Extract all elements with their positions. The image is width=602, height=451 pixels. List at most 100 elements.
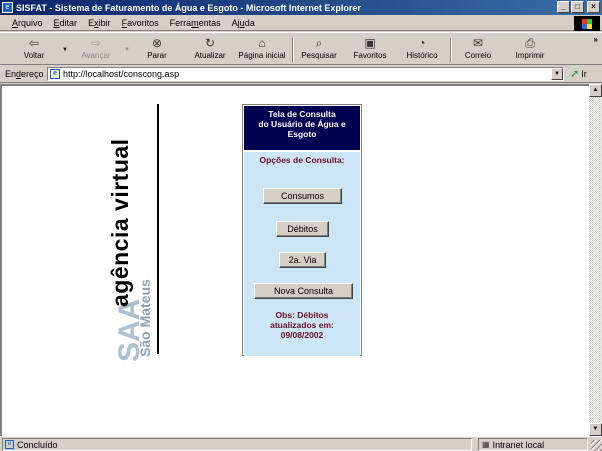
address-input[interactable]: e http://localhost/conscong.asp ▼	[47, 67, 564, 81]
toolbar-separator	[450, 37, 452, 62]
windows-flag-icon	[582, 18, 592, 29]
panel-title-line-3: Esgoto	[287, 129, 317, 139]
print-button[interactable]: ⎙ Imprimir	[508, 35, 552, 65]
scroll-down-icon[interactable]: ▼	[589, 423, 602, 436]
page-icon: e	[50, 69, 60, 79]
go-button[interactable]: ➚ Ir	[570, 67, 587, 80]
security-zone-text: Intranet local	[492, 439, 545, 450]
menu-ajuda-label: da	[244, 17, 255, 28]
mail-label: Correio	[464, 51, 492, 60]
consumos-button[interactable]: Consumos	[263, 188, 342, 204]
page-done-icon: e	[5, 440, 14, 449]
security-zone-panel: ▦ Intranet local	[478, 438, 588, 451]
panel-title-line-2: do Usuário de Água e	[258, 119, 346, 129]
menu-ajuda[interactable]: Ajuda	[232, 18, 255, 28]
home-icon: ⌂	[258, 36, 266, 50]
forward-dropdown-icon[interactable]: ▼	[124, 47, 130, 53]
back-label: Voltar	[23, 51, 45, 60]
search-icon: ⌕	[315, 36, 323, 50]
address-url[interactable]: http://localhost/conscong.asp	[63, 69, 179, 79]
menu-ajuda-pre: Aj	[231, 17, 240, 28]
favorites-label: Favoritos	[353, 51, 387, 60]
stop-label: Parar	[147, 51, 167, 60]
favorites-folder-icon: ▣	[364, 36, 376, 50]
panel-subtitle: Opções de Consulta:	[259, 155, 345, 165]
home-label: Página inicial	[238, 51, 286, 60]
refresh-label: Atualizar	[194, 51, 226, 60]
forward-button[interactable]: ⇨ Avançar	[72, 35, 120, 65]
forward-label: Avançar	[81, 51, 111, 60]
address-bar: Endereço e http://localhost/conscong.asp…	[0, 66, 602, 83]
panel-title-line-1: Tela de Consulta	[268, 109, 336, 119]
window-title: SISFAT - Sistema de Faturamento de Água …	[16, 2, 361, 13]
obs-debitos-note: Obs: Débitos atualizados em: 09/08/2002	[244, 310, 360, 340]
consulta-panel: Tela de Consulta do Usuário de Água e Es…	[242, 104, 362, 356]
menu-ferramentas[interactable]: Ferramentas	[170, 18, 221, 28]
obs-line-2: atualizados em:	[270, 320, 334, 330]
menu-ferramentas-label: entas	[198, 17, 221, 28]
page-content: SAA agência virtual São Mateus Tela de C…	[0, 84, 589, 436]
minimize-button[interactable]: _	[557, 1, 570, 13]
menu-editar-label: ditar	[59, 17, 78, 28]
menu-ferramentas-accel: m	[191, 17, 199, 28]
windows-logo-icon	[574, 16, 600, 31]
obs-date: 09/08/2002	[280, 330, 324, 340]
back-dropdown-icon[interactable]: ▼	[62, 47, 68, 53]
debitos-button[interactable]: Débitos	[276, 221, 329, 237]
address-label: Endereço	[5, 69, 44, 79]
status-text-panel: e Concluído	[2, 438, 472, 451]
menu-bar: Arquivo Editar Exibir Favoritos Ferramen…	[0, 15, 602, 31]
vertical-scrollbar[interactable]: ▲ ▼	[589, 84, 602, 436]
back-arrow-icon: ⇦	[28, 36, 40, 50]
scroll-up-icon[interactable]: ▲	[589, 84, 602, 97]
home-button[interactable]: ⌂ Página inicial	[236, 35, 288, 65]
standard-toolbar: ⇦ Voltar ▼ ⇨ Avançar ▼ ⊗ Parar ↻ Atualiz…	[0, 32, 602, 65]
window-title-bar[interactable]: e SISFAT - Sistema de Faturamento de Águ…	[0, 0, 602, 15]
stop-button[interactable]: ⊗ Parar	[137, 35, 177, 65]
segunda-via-button[interactable]: 2a. Via	[279, 252, 326, 268]
stop-icon: ⊗	[151, 36, 163, 50]
window-controls: _ □ ×	[556, 1, 600, 13]
address-label-pre: En	[5, 69, 17, 79]
logo-subtitle: São Mateus	[137, 279, 153, 357]
menu-ferramentas-pre: Ferra	[169, 17, 192, 28]
menu-exibir-label: ibir	[98, 17, 111, 28]
mail-icon: ✉	[472, 36, 484, 50]
back-button[interactable]: ⇦ Voltar	[12, 35, 56, 65]
search-label: Pesquisar	[301, 51, 337, 60]
maximize-button[interactable]: □	[571, 1, 584, 13]
menu-exibir[interactable]: Exibir	[88, 18, 111, 28]
forward-arrow-icon: ⇨	[90, 36, 102, 50]
status-text: Concluído	[17, 439, 58, 450]
menu-arquivo-label: rquivo	[18, 17, 43, 28]
print-label: Imprimir	[515, 51, 545, 60]
print-icon: ⎙	[525, 36, 535, 50]
close-button[interactable]: ×	[587, 1, 600, 13]
menu-arquivo[interactable]: Arquivo	[12, 18, 43, 28]
panel-body: Opções de Consulta: Consumos Débitos 2a.…	[244, 152, 360, 356]
panel-title: Tela de Consulta do Usuário de Água e Es…	[244, 106, 360, 150]
history-label: Histórico	[406, 51, 438, 60]
toolbar-separator	[292, 37, 294, 62]
go-arrow-icon: ➚	[570, 68, 580, 80]
logo-divider-line	[157, 104, 159, 354]
intranet-zone-icon: ▦	[482, 440, 490, 449]
refresh-button[interactable]: ↻ Atualizar	[188, 35, 232, 65]
history-button[interactable]: ◔ Histórico	[400, 35, 444, 65]
resize-grip-icon[interactable]	[591, 440, 602, 451]
status-bar: e Concluído ▦ Intranet local	[0, 436, 602, 451]
history-icon: ◔	[418, 36, 426, 50]
address-dropdown-icon[interactable]: ▼	[551, 68, 563, 80]
go-label: Ir	[581, 68, 587, 79]
search-button[interactable]: ⌕ Pesquisar	[297, 35, 341, 65]
logo-title: agência virtual	[107, 138, 133, 307]
menu-favoritos-label: avoritos	[127, 17, 159, 28]
menu-favoritos[interactable]: Favoritos	[122, 18, 159, 28]
toolbar-more-chevron-icon[interactable]: »	[594, 35, 598, 44]
favorites-button[interactable]: ▣ Favoritos	[348, 35, 392, 65]
menu-editar[interactable]: Editar	[54, 18, 78, 28]
nova-consulta-button[interactable]: Nova Consulta	[254, 283, 353, 299]
refresh-icon: ↻	[204, 36, 216, 50]
agencia-virtual-logo: SAA agência virtual São Mateus	[107, 102, 167, 362]
mail-button[interactable]: ✉ Correio	[456, 35, 500, 65]
